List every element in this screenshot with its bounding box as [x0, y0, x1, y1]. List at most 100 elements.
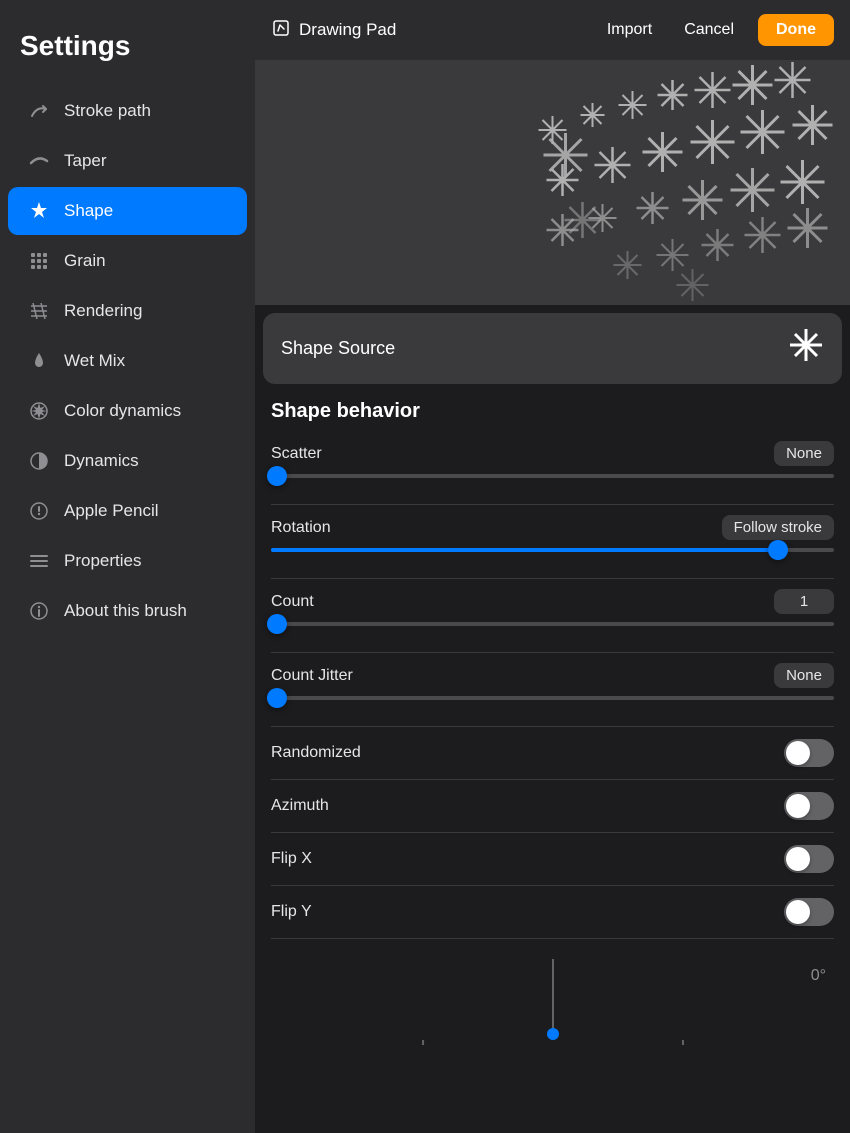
flip-y-label: Flip Y [271, 903, 312, 921]
wet-mix-icon [28, 350, 50, 372]
sidebar-item-label: About this brush [64, 601, 187, 621]
rotation-dial: 0° [255, 939, 850, 1133]
scatter-slider[interactable] [271, 474, 834, 494]
shape-source-bar[interactable]: Shape Source [263, 313, 842, 384]
flip-x-toggle[interactable] [784, 845, 834, 873]
rotation-degree: 0° [811, 967, 826, 985]
scatter-control: Scatter None [255, 431, 850, 504]
count-thumb[interactable] [267, 614, 287, 634]
about-icon [28, 600, 50, 622]
count-value: 1 [774, 589, 834, 614]
taper-icon [28, 150, 50, 172]
count-jitter-track [271, 696, 834, 700]
rotation-track [271, 548, 834, 552]
main-content: Drawing Pad Import Cancel Done [255, 0, 850, 1133]
flip-x-row: Flip X [255, 833, 850, 885]
count-track [271, 622, 834, 626]
sidebar-item-color-dynamics[interactable]: Color dynamics [8, 387, 247, 435]
scatter-header: Scatter None [271, 441, 834, 466]
rotation-slider[interactable] [271, 548, 834, 568]
done-button[interactable]: Done [758, 14, 834, 46]
sidebar-item-shape[interactable]: Shape [8, 187, 247, 235]
sidebar-item-grain[interactable]: Grain [8, 237, 247, 285]
topbar-right: Import Cancel Done [599, 14, 834, 46]
rendering-icon [28, 300, 50, 322]
count-control: Count 1 [255, 579, 850, 652]
count-jitter-value: None [774, 663, 834, 688]
azimuth-label: Azimuth [271, 797, 329, 815]
randomized-label: Randomized [271, 744, 361, 762]
color-dynamics-icon [28, 400, 50, 422]
flip-y-toggle[interactable] [784, 898, 834, 926]
randomized-toggle-knob [786, 741, 810, 765]
topbar-title: Drawing Pad [299, 20, 396, 40]
scatter-thumb[interactable] [267, 466, 287, 486]
count-jitter-label: Count Jitter [271, 667, 353, 685]
sidebar-item-label: Dynamics [64, 451, 139, 471]
flip-x-toggle-knob [786, 847, 810, 871]
count-jitter-thumb[interactable] [267, 688, 287, 708]
dial-vertical-line [552, 959, 554, 1034]
sidebar-item-apple-pencil[interactable]: Apple Pencil [8, 487, 247, 535]
rotation-fill [271, 548, 778, 552]
shape-behavior-title: Shape behavior [255, 384, 850, 431]
properties-icon [28, 550, 50, 572]
azimuth-toggle-knob [786, 794, 810, 818]
sidebar: Settings Stroke path Taper Shape [0, 0, 255, 1133]
shape-source-label: Shape Source [281, 338, 395, 359]
rotation-thumb[interactable] [768, 540, 788, 560]
count-header: Count 1 [271, 589, 834, 614]
sidebar-item-label: Color dynamics [64, 401, 181, 421]
sidebar-item-label: Apple Pencil [64, 501, 159, 521]
randomized-row: Randomized [255, 727, 850, 779]
randomized-toggle[interactable] [784, 739, 834, 767]
scatter-label: Scatter [271, 445, 322, 463]
sidebar-item-wet-mix[interactable]: Wet Mix [8, 337, 247, 385]
sidebar-item-label: Properties [64, 551, 141, 571]
sidebar-item-about[interactable]: About this brush [8, 587, 247, 635]
dial-arc-svg [413, 1040, 693, 1133]
topbar: Drawing Pad Import Cancel Done [255, 0, 850, 60]
rotation-control: Rotation Follow stroke [255, 505, 850, 578]
sidebar-item-taper[interactable]: Taper [8, 137, 247, 185]
rotation-indicator [547, 959, 559, 1040]
grain-icon [28, 250, 50, 272]
count-jitter-slider[interactable] [271, 696, 834, 716]
rotation-value: Follow stroke [722, 515, 834, 540]
flip-x-label: Flip X [271, 850, 312, 868]
count-jitter-control: Count Jitter None [255, 653, 850, 726]
stroke-path-icon [28, 100, 50, 122]
flip-y-toggle-knob [786, 900, 810, 924]
sidebar-item-dynamics[interactable]: Dynamics [8, 437, 247, 485]
shape-icon [28, 200, 50, 222]
sidebar-item-label: Grain [64, 251, 106, 271]
sidebar-item-stroke-path[interactable]: Stroke path [8, 87, 247, 135]
import-button[interactable]: Import [599, 17, 660, 43]
brush-preview [255, 60, 850, 305]
cancel-button[interactable]: Cancel [676, 17, 742, 43]
flip-y-row: Flip Y [255, 886, 850, 938]
sidebar-title: Settings [0, 20, 255, 86]
sidebar-item-properties[interactable]: Properties [8, 537, 247, 585]
sidebar-item-label: Stroke path [64, 101, 151, 121]
scatter-value: None [774, 441, 834, 466]
azimuth-row: Azimuth [255, 780, 850, 832]
sidebar-item-label: Shape [64, 201, 113, 221]
sidebar-item-label: Taper [64, 151, 107, 171]
scroll-content: Shape Source Shape behavior Scatter None [255, 60, 850, 1133]
rotation-header: Rotation Follow stroke [271, 515, 834, 540]
azimuth-toggle[interactable] [784, 792, 834, 820]
count-slider[interactable] [271, 622, 834, 642]
sidebar-item-rendering[interactable]: Rendering [8, 287, 247, 335]
sidebar-item-label: Rendering [64, 301, 142, 321]
dynamics-icon [28, 450, 50, 472]
count-label: Count [271, 593, 314, 611]
rotation-label: Rotation [271, 519, 331, 537]
dial-center-dot[interactable] [547, 1028, 559, 1040]
edit-icon [271, 18, 291, 43]
count-jitter-header: Count Jitter None [271, 663, 834, 688]
scatter-track [271, 474, 834, 478]
sidebar-item-label: Wet Mix [64, 351, 125, 371]
apple-pencil-icon [28, 500, 50, 522]
shape-source-icon [788, 327, 824, 370]
